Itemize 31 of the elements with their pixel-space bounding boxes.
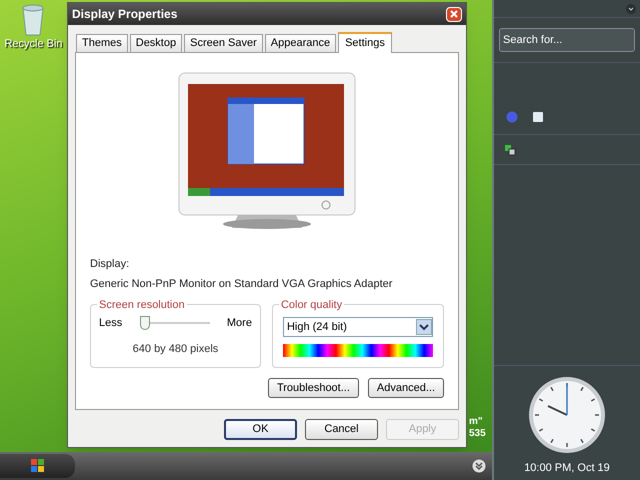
tab[interactable]: Desktop	[130, 34, 182, 52]
desktop-text-fragment: m"	[469, 416, 484, 428]
tab[interactable]: Settings	[338, 32, 392, 53]
panel-button[interactable]: Advanced...	[368, 378, 444, 398]
display-label: Display:	[90, 257, 130, 272]
more-label: More	[226, 316, 252, 331]
chevron-down-icon[interactable]	[472, 459, 486, 473]
start-button[interactable]	[0, 454, 75, 478]
document-icon[interactable]	[532, 110, 544, 122]
tab[interactable]: Appearance	[264, 34, 336, 52]
dialog-button[interactable]: OK	[224, 419, 297, 440]
less-label: Less	[99, 316, 122, 331]
search-field[interactable]: Search for...	[499, 28, 635, 52]
window-title: Display Properties	[72, 6, 178, 23]
color-quality-dropdown[interactable]: High (24 bit)	[282, 317, 433, 337]
clock-caption: 10:00 PM, Oct 19	[524, 460, 610, 476]
desktop-text-fragment: 535	[469, 428, 487, 440]
tab[interactable]: Screen Saver	[184, 34, 263, 52]
slider-thumb[interactable]	[140, 316, 150, 330]
dialog-button[interactable]: Cancel	[305, 419, 378, 440]
close-icon	[450, 10, 458, 18]
display-adapter: Generic Non-PnP Monitor on Standard VGA Graphics Adapter	[90, 276, 394, 292]
chevron-down-icon	[416, 319, 432, 335]
resolution-reading: 640 by 480 pixels	[132, 342, 218, 356]
close-button[interactable]	[446, 6, 462, 22]
chevron-down-icon[interactable]	[626, 4, 636, 14]
tab[interactable]: Themes	[76, 34, 128, 52]
panel-button[interactable]: Troubleshoot...	[268, 378, 359, 398]
group-title: Color quality	[278, 297, 344, 314]
windows-logo-icon	[30, 459, 44, 473]
slider-track[interactable]	[140, 316, 210, 330]
